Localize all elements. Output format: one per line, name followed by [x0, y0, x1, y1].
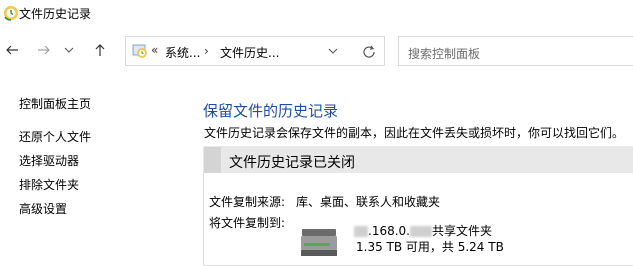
chevron-down-icon: [64, 47, 74, 53]
destination-ip-fragment: .168.0.: [368, 224, 410, 238]
page-description: 文件历史记录会保存文件的副本，因此在文件丢失或损坏时，你可以找回它们。: [204, 126, 625, 140]
breadcrumb-system[interactable]: 系统...: [165, 44, 200, 61]
redacted-text: [409, 226, 432, 237]
status-title: 文件历史记录已关闭: [229, 155, 355, 171]
page-heading: 保留文件的历史记录: [203, 102, 339, 120]
destination-share-label: 共享文件夹: [431, 224, 492, 238]
sidebar-item-select-drive[interactable]: 选择驱动器: [19, 152, 79, 169]
source-value: 库、桌面、联系人和收藏夹: [296, 195, 441, 209]
source-label: 文件复制来源:: [209, 195, 286, 209]
arrow-up-icon: [95, 44, 105, 56]
status-accent: [204, 147, 221, 173]
destination-free-space: 1.35 TB 可用，共 5.24 TB: [356, 240, 504, 254]
address-dropdown-icon[interactable]: [326, 44, 340, 58]
search-placeholder[interactable]: 搜索控制面板: [408, 45, 480, 62]
refresh-icon[interactable]: [361, 44, 377, 60]
sidebar-item-advanced-settings[interactable]: 高级设置: [19, 200, 67, 217]
back-button[interactable]: [2, 39, 22, 61]
network-drive-icon: [301, 229, 337, 256]
arrow-left-icon: [6, 45, 18, 55]
file-history-icon: [4, 6, 18, 21]
up-button[interactable]: [90, 39, 110, 61]
sidebar-item-control-panel-home[interactable]: 控制面板主页: [19, 95, 91, 112]
control-panel-icon: [132, 44, 147, 58]
destination-name: .168.0. 共享文件夹: [354, 222, 492, 238]
title-bar: [0, 0, 633, 26]
sidebar-item-restore-files[interactable]: 还原个人文件: [19, 128, 91, 145]
breadcrumb-separator[interactable]: ›: [204, 44, 209, 58]
arrow-right-icon: [38, 45, 50, 55]
breadcrumb-file-history[interactable]: 文件历史...: [220, 44, 279, 61]
sidebar-item-exclude-folders[interactable]: 排除文件夹: [19, 176, 79, 193]
destination-label: 将文件复制到:: [209, 216, 286, 230]
address-overflow[interactable]: «: [151, 43, 158, 57]
recent-locations-button[interactable]: [62, 39, 76, 61]
window-title: 文件历史记录: [19, 7, 92, 21]
forward-button[interactable]: [34, 39, 54, 61]
redacted-text: [354, 226, 368, 237]
